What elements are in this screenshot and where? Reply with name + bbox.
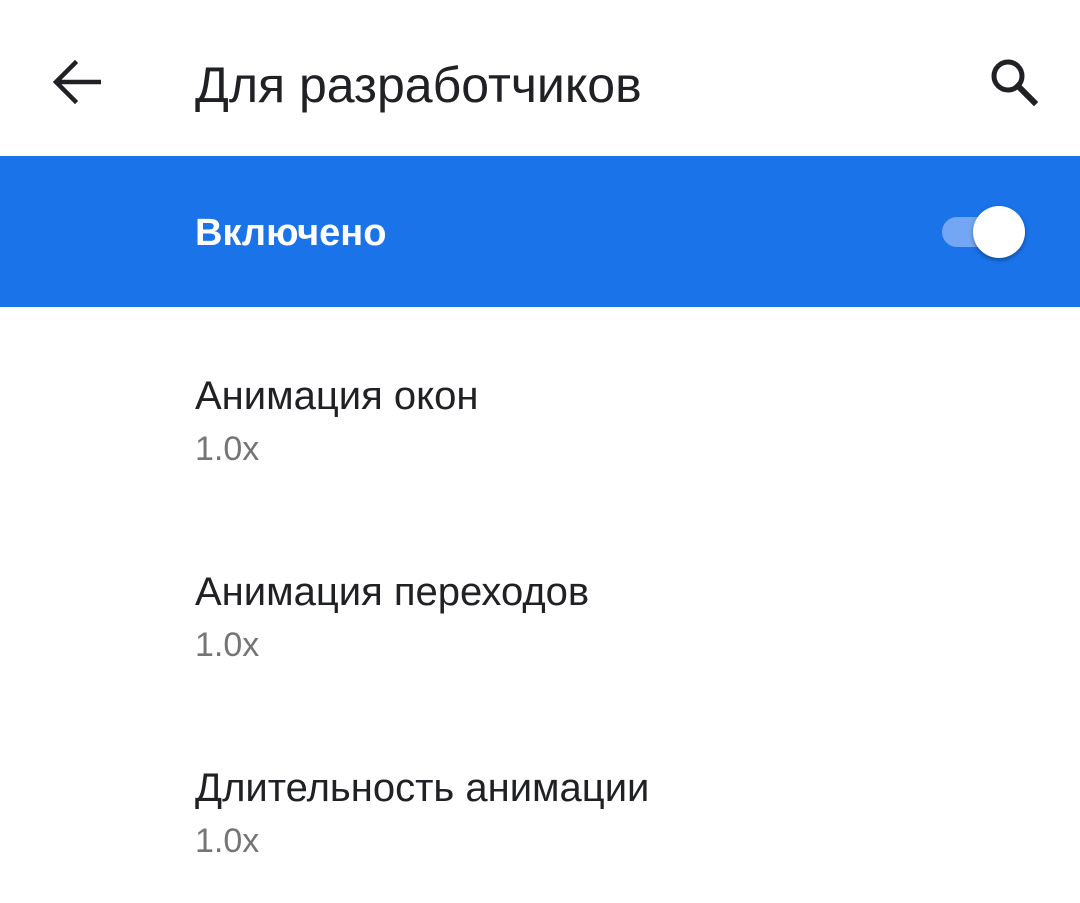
setting-transition-animation-scale[interactable]: Анимация переходов 1.0x [0, 503, 1080, 699]
master-toggle[interactable] [940, 204, 1030, 260]
arrow-back-icon [52, 59, 101, 105]
setting-value: 1.0x [195, 822, 260, 860]
toggle-thumb [973, 206, 1025, 258]
setting-title: Анимация переходов [195, 570, 590, 614]
master-switch-label: Включено [195, 212, 387, 254]
developer-options-master-switch[interactable]: Включено [0, 156, 1080, 307]
search-button[interactable] [974, 44, 1054, 120]
setting-animator-duration-scale[interactable]: Длительность анимации 1.0x [0, 699, 1080, 895]
search-icon [991, 59, 1039, 107]
settings-list: Анимация окон 1.0x Анимация переходов 1.… [0, 307, 1080, 895]
app-bar: Для разработчиков [0, 0, 1080, 156]
page-title: Для разработчиков [195, 57, 642, 113]
setting-value: 1.0x [195, 626, 260, 664]
setting-title: Длительность анимации [195, 766, 650, 810]
setting-title: Анимация окон [195, 374, 479, 418]
setting-value: 1.0x [195, 430, 260, 468]
back-button[interactable] [36, 46, 116, 118]
setting-window-animation-scale[interactable]: Анимация окон 1.0x [0, 307, 1080, 503]
